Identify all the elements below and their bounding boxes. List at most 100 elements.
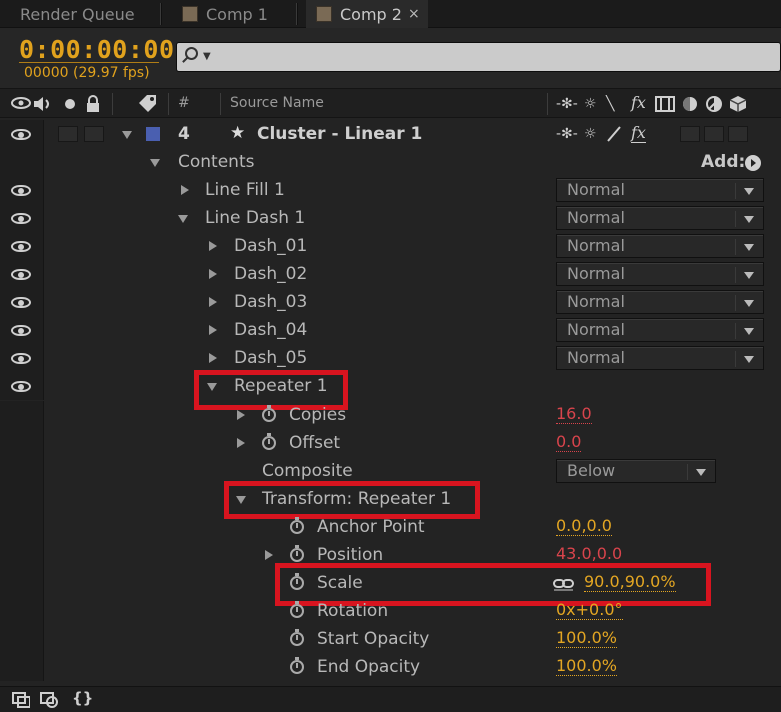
solo-switch[interactable]: [58, 126, 78, 142]
stopwatch-icon[interactable]: [290, 657, 304, 674]
repeater-row[interactable]: Repeater 1: [0, 372, 781, 400]
layer-row[interactable]: 4 ★ Cluster - Linear 1 -✻- ☼ fx: [0, 120, 781, 148]
add-arrow-icon[interactable]: [744, 154, 762, 172]
layer-switches-toggle-icon[interactable]: [12, 692, 30, 708]
start-opacity-value[interactable]: 100.0%: [556, 629, 618, 648]
eye-icon[interactable]: [11, 353, 31, 364]
modes-toggle-icon[interactable]: [40, 692, 58, 708]
lock-icon[interactable]: [86, 95, 100, 113]
tab-comp-1[interactable]: Comp 1: [182, 0, 268, 28]
stopwatch-icon[interactable]: [262, 405, 276, 422]
expand-triangle-icon[interactable]: [209, 325, 217, 335]
blend-mode-dropdown[interactable]: Normal: [556, 318, 764, 342]
label-tag-icon[interactable]: [137, 94, 159, 114]
anchor-point-value[interactable]: 0.0,0.0: [556, 517, 612, 536]
column-source-name[interactable]: Source Name: [230, 95, 324, 111]
copies-value[interactable]: 16.0: [556, 405, 592, 424]
expand-triangle-icon[interactable]: [181, 185, 189, 195]
adjustment-layer-icon[interactable]: [705, 96, 723, 112]
eye-icon[interactable]: [11, 269, 31, 280]
frame-blending-icon[interactable]: [655, 96, 675, 112]
rotation-value[interactable]: 0x+0.0°: [556, 601, 623, 620]
3d-switch[interactable]: [728, 126, 748, 142]
blend-mode-dropdown[interactable]: Normal: [556, 234, 764, 258]
anchor-point-row[interactable]: Anchor Point 0.0,0.0: [0, 513, 781, 541]
tab-comp-2[interactable]: Comp 2 ×: [306, 0, 428, 28]
dash-row[interactable]: Dash_05 Normal: [0, 344, 781, 372]
expand-triangle-icon[interactable]: [237, 410, 245, 420]
contents-row[interactable]: Contents Add:: [0, 148, 781, 176]
offset-row[interactable]: Offset 0.0: [0, 429, 781, 457]
column-number[interactable]: #: [178, 95, 190, 111]
stopwatch-icon[interactable]: [290, 517, 304, 534]
lock-switch[interactable]: [84, 126, 104, 142]
composite-dropdown[interactable]: Below: [556, 459, 716, 483]
expand-triangle-icon[interactable]: [209, 269, 217, 279]
end-opacity-row[interactable]: End Opacity 100.0%: [0, 653, 781, 681]
eye-icon[interactable]: [11, 185, 31, 196]
expand-triangle-icon[interactable]: [122, 131, 132, 139]
av-column: [0, 344, 44, 372]
blend-mode-dropdown[interactable]: Normal: [556, 262, 764, 286]
start-opacity-row[interactable]: Start Opacity 100.0%: [0, 625, 781, 653]
tab-render-queue[interactable]: Render Queue: [20, 0, 135, 28]
stopwatch-icon[interactable]: [290, 545, 304, 562]
expand-triangle-icon[interactable]: [150, 159, 160, 167]
blend-mode-dropdown[interactable]: Normal: [556, 206, 764, 230]
speaker-icon[interactable]: [33, 96, 53, 112]
adjustment-switch[interactable]: [704, 126, 724, 142]
expand-triangle-icon[interactable]: [209, 241, 217, 251]
eye-icon[interactable]: [11, 325, 31, 336]
blend-mode-dropdown[interactable]: Normal: [556, 178, 764, 202]
line-fill-row[interactable]: Line Fill 1 Normal: [0, 176, 781, 204]
stopwatch-icon[interactable]: [262, 433, 276, 450]
eye-icon[interactable]: [11, 297, 31, 308]
expand-triangle-icon[interactable]: [265, 550, 273, 560]
collapse-icon[interactable]: ☼: [584, 96, 597, 112]
quality-switch-icon[interactable]: [606, 126, 622, 142]
shy-switch-icon[interactable]: -✻-: [556, 126, 578, 142]
motion-blur-switch[interactable]: [680, 126, 700, 142]
dash-row[interactable]: Dash_03 Normal: [0, 288, 781, 316]
dash-row[interactable]: Dash_02 Normal: [0, 260, 781, 288]
quality-icon[interactable]: ╲: [606, 96, 614, 112]
blend-mode-dropdown[interactable]: Normal: [556, 290, 764, 314]
eye-icon[interactable]: [11, 241, 31, 252]
effects-switch-icon[interactable]: fx: [631, 123, 646, 143]
eye-icon[interactable]: [11, 381, 31, 392]
offset-value[interactable]: 0.0: [556, 433, 582, 452]
dash-row[interactable]: Dash_01 Normal: [0, 232, 781, 260]
eye-icon[interactable]: [11, 213, 31, 224]
eye-icon[interactable]: [11, 129, 31, 140]
expression-toggle-icon[interactable]: {}: [72, 689, 93, 707]
expand-triangle-icon[interactable]: [178, 215, 188, 223]
layer-name[interactable]: Cluster - Linear 1: [257, 124, 422, 144]
blend-mode-dropdown[interactable]: Normal: [556, 346, 764, 370]
label-color-swatch[interactable]: [146, 127, 160, 141]
stopwatch-icon[interactable]: [290, 629, 304, 646]
chevron-down-icon[interactable]: ▼: [203, 51, 211, 62]
close-icon[interactable]: ×: [408, 6, 420, 22]
tab-label: Comp 1: [206, 4, 268, 24]
line-dash-row[interactable]: Line Dash 1 Normal: [0, 204, 781, 232]
timeline-header: 0:00:00:00 00000 (29.97 fps) ▼: [0, 28, 781, 88]
solo-icon[interactable]: [64, 98, 76, 110]
eye-icon[interactable]: [11, 97, 31, 109]
current-time-display[interactable]: 0:00:00:00: [19, 35, 175, 64]
rotation-row[interactable]: Rotation 0x+0.0°: [0, 597, 781, 625]
effects-icon[interactable]: fx: [631, 93, 646, 112]
collapse-switch-icon[interactable]: ☼: [584, 126, 597, 142]
motion-blur-icon[interactable]: [681, 96, 699, 112]
expand-triangle-icon[interactable]: [209, 297, 217, 307]
copies-row[interactable]: Copies 16.0: [0, 401, 781, 429]
expand-triangle-icon[interactable]: [237, 438, 245, 448]
end-opacity-value[interactable]: 100.0%: [556, 657, 618, 676]
stopwatch-icon[interactable]: [290, 601, 304, 618]
3d-layer-icon[interactable]: [729, 95, 747, 113]
dash-row[interactable]: Dash_04 Normal: [0, 316, 781, 344]
position-value[interactable]: 43.0,0.0: [556, 545, 623, 564]
search-input[interactable]: ▼: [176, 42, 781, 72]
dash-label: Dash_04: [234, 320, 308, 340]
shy-icon[interactable]: -✻-: [556, 96, 578, 112]
expand-triangle-icon[interactable]: [209, 353, 217, 363]
